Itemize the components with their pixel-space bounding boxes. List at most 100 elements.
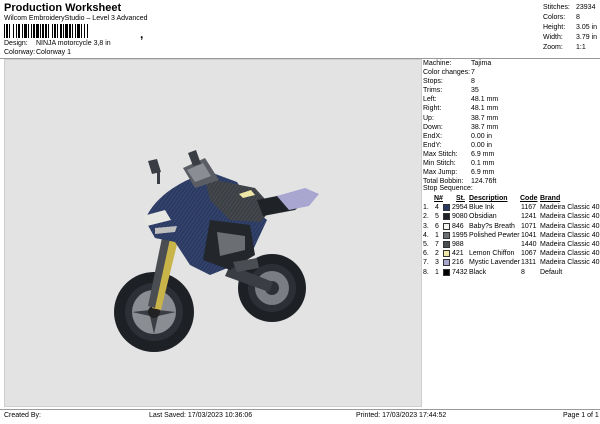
stop-index: 5. bbox=[423, 240, 429, 248]
stitch-count: 9080 bbox=[452, 213, 468, 221]
machine-info-label: Down: bbox=[423, 123, 443, 131]
needle-number: 6 bbox=[435, 222, 439, 230]
colors-value: 8 bbox=[576, 14, 580, 21]
colorway-row: Colorway:Colorway 1 bbox=[4, 49, 71, 56]
header-code: Code bbox=[520, 195, 538, 202]
thread-brand: Madeira Classic 40 bbox=[540, 213, 600, 221]
machine-info-label: Left: bbox=[423, 96, 437, 104]
stitch-count: 2954 bbox=[452, 204, 468, 212]
software-subtitle: Wilcom EmbroideryStudio – Level 3 Advanc… bbox=[4, 15, 148, 22]
thread-code: 8 bbox=[521, 268, 525, 276]
created-by: Created By: bbox=[4, 412, 41, 419]
thread-brand: Madeira Classic 40 bbox=[540, 250, 600, 258]
machine-info-row: Max Jump: 6.9 mm bbox=[423, 168, 598, 177]
thread-description: Baby?s Breath bbox=[469, 222, 515, 230]
footer-divider bbox=[0, 409, 600, 410]
thread-color-swatch bbox=[443, 213, 450, 221]
stop-index: 3. bbox=[423, 222, 429, 230]
machine-info-value: 48.1 mm bbox=[471, 96, 499, 104]
thread-code: 1071 bbox=[521, 222, 537, 230]
thread-color-swatch bbox=[443, 268, 450, 276]
header-st: St. bbox=[456, 195, 465, 202]
machine-info-value: 38.7 mm bbox=[471, 114, 499, 122]
thread-description: Polished Pewter bbox=[469, 231, 520, 239]
machine-info-row: Color changes: 7 bbox=[423, 68, 598, 77]
thread-code: 1311 bbox=[521, 259, 537, 267]
stop-index: 2. bbox=[423, 213, 429, 221]
machine-info-value: 48.1 mm bbox=[471, 105, 499, 113]
machine-info-label: Machine: bbox=[423, 60, 452, 67]
machine-info-label: EndX: bbox=[423, 132, 443, 140]
stop-sequence-row: 5. 7 988 1440 Madeira Classic 40 bbox=[423, 240, 600, 249]
thread-color-swatch bbox=[443, 231, 450, 239]
machine-info-value: 35 bbox=[471, 87, 479, 95]
design-row: Design: NINJA motorcycle 3,8 in bbox=[4, 40, 111, 47]
thread-color-swatch bbox=[443, 259, 450, 267]
needle-number: 1 bbox=[435, 268, 439, 276]
thread-brand: Madeira Classic 40 bbox=[540, 204, 600, 212]
stop-sequence-row: 8. 1 7432 Black 8 Default bbox=[423, 268, 599, 277]
machine-info-label: Right: bbox=[423, 105, 442, 113]
thread-brand: Madeira Classic 40 bbox=[540, 222, 600, 230]
machine-info-row: Right: 48.1 mm bbox=[423, 104, 598, 113]
thread-brand: Madeira Classic 40 bbox=[540, 231, 600, 239]
thread-code: 1067 bbox=[521, 250, 537, 258]
thread-color-swatch bbox=[443, 222, 450, 230]
printed-date: Printed: 17/03/2023 17:44:52 bbox=[356, 412, 447, 419]
machine-info-row: Down: 38.7 mm bbox=[423, 123, 598, 132]
machine-info-value: 0.1 mm bbox=[471, 160, 495, 168]
stop-sequence-row: 2. 5 9080 Obsidian 1241 Madeira Classic 40 bbox=[423, 212, 600, 221]
thread-brand: Default bbox=[540, 268, 563, 276]
machine-info-row: Min Stitch: 0.1 mm bbox=[423, 159, 598, 168]
needle-number: 1 bbox=[435, 231, 439, 239]
thread-description: Mystic Lavender bbox=[469, 259, 520, 267]
header-n: N# bbox=[434, 195, 443, 202]
machine-info-row: Machine: Tajima bbox=[423, 59, 598, 68]
design-label: Design: bbox=[4, 40, 28, 47]
machine-info-row: EndX: 0.00 in bbox=[423, 132, 598, 141]
stop-index: 4. bbox=[423, 231, 429, 239]
machine-info-value: 124.76ft bbox=[471, 178, 497, 186]
barcode-bar bbox=[88, 24, 89, 38]
header-description: Description bbox=[469, 195, 508, 202]
barcode-tail: , bbox=[140, 27, 144, 41]
stitch-count: 421 bbox=[452, 250, 464, 258]
last-saved: Last Saved: 17/03/2023 10:36:06 bbox=[149, 412, 253, 419]
page-number: Page 1 of 1 bbox=[563, 412, 599, 419]
needle-number: 2 bbox=[435, 250, 439, 258]
design-preview bbox=[4, 59, 422, 407]
machine-info-value: 6.9 mm bbox=[471, 150, 495, 158]
machine-info-value: Tajima bbox=[471, 60, 492, 67]
needle-number: 5 bbox=[435, 213, 439, 221]
stop-sequence-row: 1. 4 2954 Blue Ink 1167 Madeira Classic 40 bbox=[423, 203, 600, 212]
colorway-value: Colorway 1 bbox=[36, 49, 72, 56]
thread-color-swatch bbox=[443, 204, 450, 212]
stop-sequence-row: 3. 6 846 Baby?s Breath 1071 Madeira Classic 4… bbox=[423, 222, 600, 231]
thread-description: Blue Ink bbox=[469, 204, 495, 212]
machine-info-label: Trims: bbox=[423, 87, 443, 95]
stitch-count: 7432 bbox=[452, 268, 468, 276]
zoom-label: Zoom: bbox=[543, 44, 563, 51]
mirror bbox=[148, 159, 161, 174]
thread-color-swatch bbox=[443, 250, 450, 258]
stop-sequence-table: N# St. Description Code Brand 1. 4 2954 Blu… bbox=[423, 194, 600, 277]
machine-info-value: 0.00 in bbox=[471, 141, 493, 149]
thread-code: 1241 bbox=[521, 213, 537, 221]
stop-index: 1. bbox=[423, 204, 429, 212]
machine-info-label: Up: bbox=[423, 114, 434, 122]
colors-label: Colors: bbox=[543, 14, 566, 21]
stop-index: 8. bbox=[423, 268, 429, 276]
machine-info-row: Max Stitch: 6.9 mm bbox=[423, 150, 598, 159]
needle-number: 7 bbox=[435, 240, 439, 248]
stitch-count: 216 bbox=[452, 259, 464, 267]
machine-info-label: Color changes: bbox=[423, 69, 471, 77]
thread-description: Lemon Chiffon bbox=[469, 250, 515, 258]
machine-info-row: Trims: 35 bbox=[423, 86, 598, 95]
thread-brand: Madeira Classic 40 bbox=[540, 240, 600, 248]
header-brand: Brand bbox=[540, 195, 561, 202]
colorway-label: Colorway: bbox=[4, 49, 36, 56]
machine-info-row: EndY: 0.00 in bbox=[423, 141, 598, 150]
machine-info-value: 8 bbox=[471, 78, 475, 86]
barcode bbox=[4, 24, 138, 38]
machine-info-label: Min Stitch: bbox=[423, 160, 456, 168]
